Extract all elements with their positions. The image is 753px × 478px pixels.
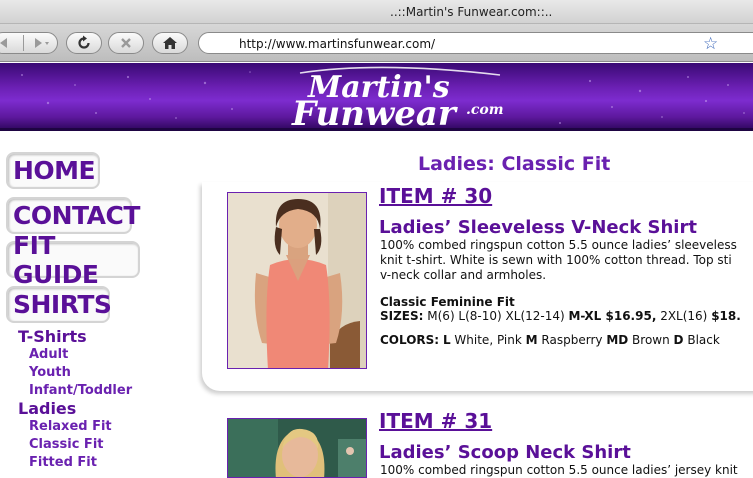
url-input[interactable] <box>239 36 689 51</box>
sidebar: HOME CONTACT FIT GUIDE SHIRTS T-Shirts A… <box>0 131 210 473</box>
home-button[interactable] <box>152 32 188 54</box>
sizes-line: SIZES: M(6) L(8-10) XL(12-14) M-XL $16.9… <box>380 309 741 323</box>
address-bar[interactable]: ☆ <box>198 32 753 54</box>
logo-suffix: .com <box>466 102 504 118</box>
stop-button[interactable] <box>108 32 144 54</box>
browser-toolbar: ☆ <box>0 24 753 62</box>
logo-line2: Funwear <box>291 94 458 129</box>
nav-fit-guide[interactable]: FIT GUIDE <box>6 231 140 289</box>
window-titlebar: ..::Martin's Funwear.com::.. <box>0 0 753 24</box>
product-description: 100% combed ringspun cotton 5.5 ounce la… <box>380 463 738 477</box>
product-name: Ladies’ Sleeveless V-Neck Shirt <box>379 217 697 238</box>
nav-shirts-label: SHIRTS <box>13 290 112 319</box>
nav-shirts[interactable]: SHIRTS <box>6 286 112 323</box>
site-banner: Martin's Funwear .com <box>0 63 753 131</box>
nav-item-adult[interactable]: Adult <box>29 347 68 362</box>
back-forward-group <box>0 32 58 54</box>
back-icon[interactable] <box>0 36 11 50</box>
fit-type: Classic Feminine Fit <box>380 295 515 309</box>
reload-icon <box>76 35 92 51</box>
reload-button[interactable] <box>66 32 102 54</box>
nav-fit-guide-label: FIT GUIDE <box>13 230 99 289</box>
nav-group-ladies[interactable]: Ladies <box>18 399 76 418</box>
nav-contact-label: CONTACT <box>13 201 140 230</box>
nav-item-youth[interactable]: Youth <box>29 365 71 380</box>
product-photo[interactable] <box>227 192 367 369</box>
nav-item-relaxed-fit[interactable]: Relaxed Fit <box>29 419 112 434</box>
window-title: ..::Martin's Funwear.com::.. <box>390 5 553 19</box>
page-title: Ladies: Classic Fit <box>418 153 611 175</box>
product-name: Ladies’ Scoop Neck Shirt <box>379 442 631 463</box>
stop-icon <box>119 36 133 50</box>
product-photo[interactable] <box>227 418 367 478</box>
forward-icon[interactable] <box>31 36 51 50</box>
item-number[interactable]: ITEM # 31 <box>379 409 492 433</box>
nav-group-tshirts[interactable]: T-Shirts <box>18 327 87 346</box>
nav-item-fitted-fit[interactable]: Fitted Fit <box>29 455 97 470</box>
nav-home-label: HOME <box>13 156 96 185</box>
model-image <box>228 419 366 477</box>
nav-contact[interactable]: CONTACT <box>6 197 140 234</box>
site-logo: Martin's Funwear .com <box>291 66 504 129</box>
product-description: 100% combed ringspun cotton 5.5 ounce la… <box>380 238 737 282</box>
model-image <box>228 193 366 368</box>
nav-item-classic-fit[interactable]: Classic Fit <box>29 437 103 452</box>
home-icon <box>162 35 178 51</box>
nav-home[interactable]: HOME <box>6 152 100 189</box>
item-number[interactable]: ITEM # 30 <box>379 184 492 208</box>
bookmark-star-icon[interactable]: ☆ <box>703 34 718 54</box>
colors-line: COLORS: L White, Pink M Raspberry MD Bro… <box>380 333 720 347</box>
nav-item-infant-toddler[interactable]: Infant/Toddler <box>29 383 132 398</box>
